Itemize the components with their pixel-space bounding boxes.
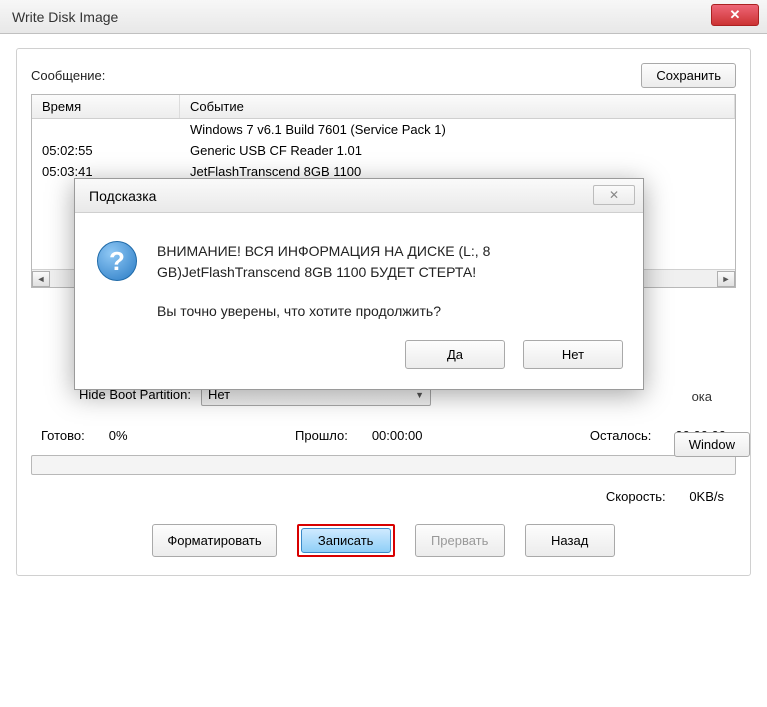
speed-value: 0KB/s (689, 489, 724, 504)
log-cell-time (32, 119, 180, 140)
format-button[interactable]: Форматировать (152, 524, 276, 557)
close-icon: ✕ (730, 7, 741, 23)
close-icon: ✕ (609, 188, 619, 202)
question-icon: ? (97, 241, 137, 281)
remain-label: Осталось: (590, 428, 652, 443)
ready-label: Готово: (41, 428, 85, 443)
dialog-close-button[interactable]: ✕ (593, 185, 635, 205)
scroll-right-icon[interactable]: ► (717, 271, 735, 287)
log-row: Windows 7 v6.1 Build 7601 (Service Pack … (32, 119, 735, 140)
dialog-confirm-text: Вы точно уверены, что хотите продолжить? (157, 301, 621, 322)
ready-value: 0% (109, 428, 128, 443)
write-button[interactable]: Записать (301, 528, 391, 553)
log-header: Время Событие (32, 95, 735, 119)
log-cell-event: Windows 7 v6.1 Build 7601 (Service Pack … (180, 119, 735, 140)
chevron-down-icon: ▼ (415, 390, 424, 400)
write-button-highlight: Записать (297, 524, 395, 557)
save-button[interactable]: Сохранить (641, 63, 736, 88)
dialog-title: Подсказка (89, 188, 156, 204)
scroll-left-icon[interactable]: ◄ (32, 271, 50, 287)
col-header-time[interactable]: Время (32, 95, 180, 118)
status-row: Готово: 0% Прошло: 00:00:00 Осталось: 00… (31, 428, 736, 443)
elapsed-value: 00:00:00 (372, 428, 423, 443)
speed-label: Скорость: (606, 489, 666, 504)
back-button[interactable]: Назад (525, 524, 615, 557)
confirm-dialog: Подсказка ✕ ? ВНИМАНИЕ! ВСЯ ИНФОРМАЦИЯ Н… (74, 178, 644, 390)
window-titlebar: Write Disk Image ✕ (0, 0, 767, 34)
yes-button[interactable]: Да (405, 340, 505, 369)
partial-text: ока (692, 389, 712, 404)
log-row: 05:02:55 Generic USB CF Reader 1.01 (32, 140, 735, 161)
dialog-warning-text: ВНИМАНИЕ! ВСЯ ИНФОРМАЦИЯ НА ДИСКЕ (L:, 8… (157, 241, 621, 283)
progress-bar (31, 455, 736, 475)
message-label: Сообщение: (31, 68, 105, 83)
log-cell-time: 05:02:55 (32, 140, 180, 161)
no-button[interactable]: Нет (523, 340, 623, 369)
abort-button: Прервать (415, 524, 505, 557)
log-cell-event: Generic USB CF Reader 1.01 (180, 140, 735, 161)
elapsed-label: Прошло: (295, 428, 348, 443)
window-title: Write Disk Image (12, 9, 118, 25)
speed-row: Скорость: 0KB/s (31, 489, 736, 504)
window-close-button[interactable]: ✕ (711, 4, 759, 26)
dialog-titlebar: Подсказка ✕ (75, 179, 643, 213)
col-header-event[interactable]: Событие (180, 95, 735, 118)
windows-partial-button[interactable]: Window (674, 432, 750, 457)
dialog-message: ВНИМАНИЕ! ВСЯ ИНФОРМАЦИЯ НА ДИСКЕ (L:, 8… (157, 241, 621, 322)
